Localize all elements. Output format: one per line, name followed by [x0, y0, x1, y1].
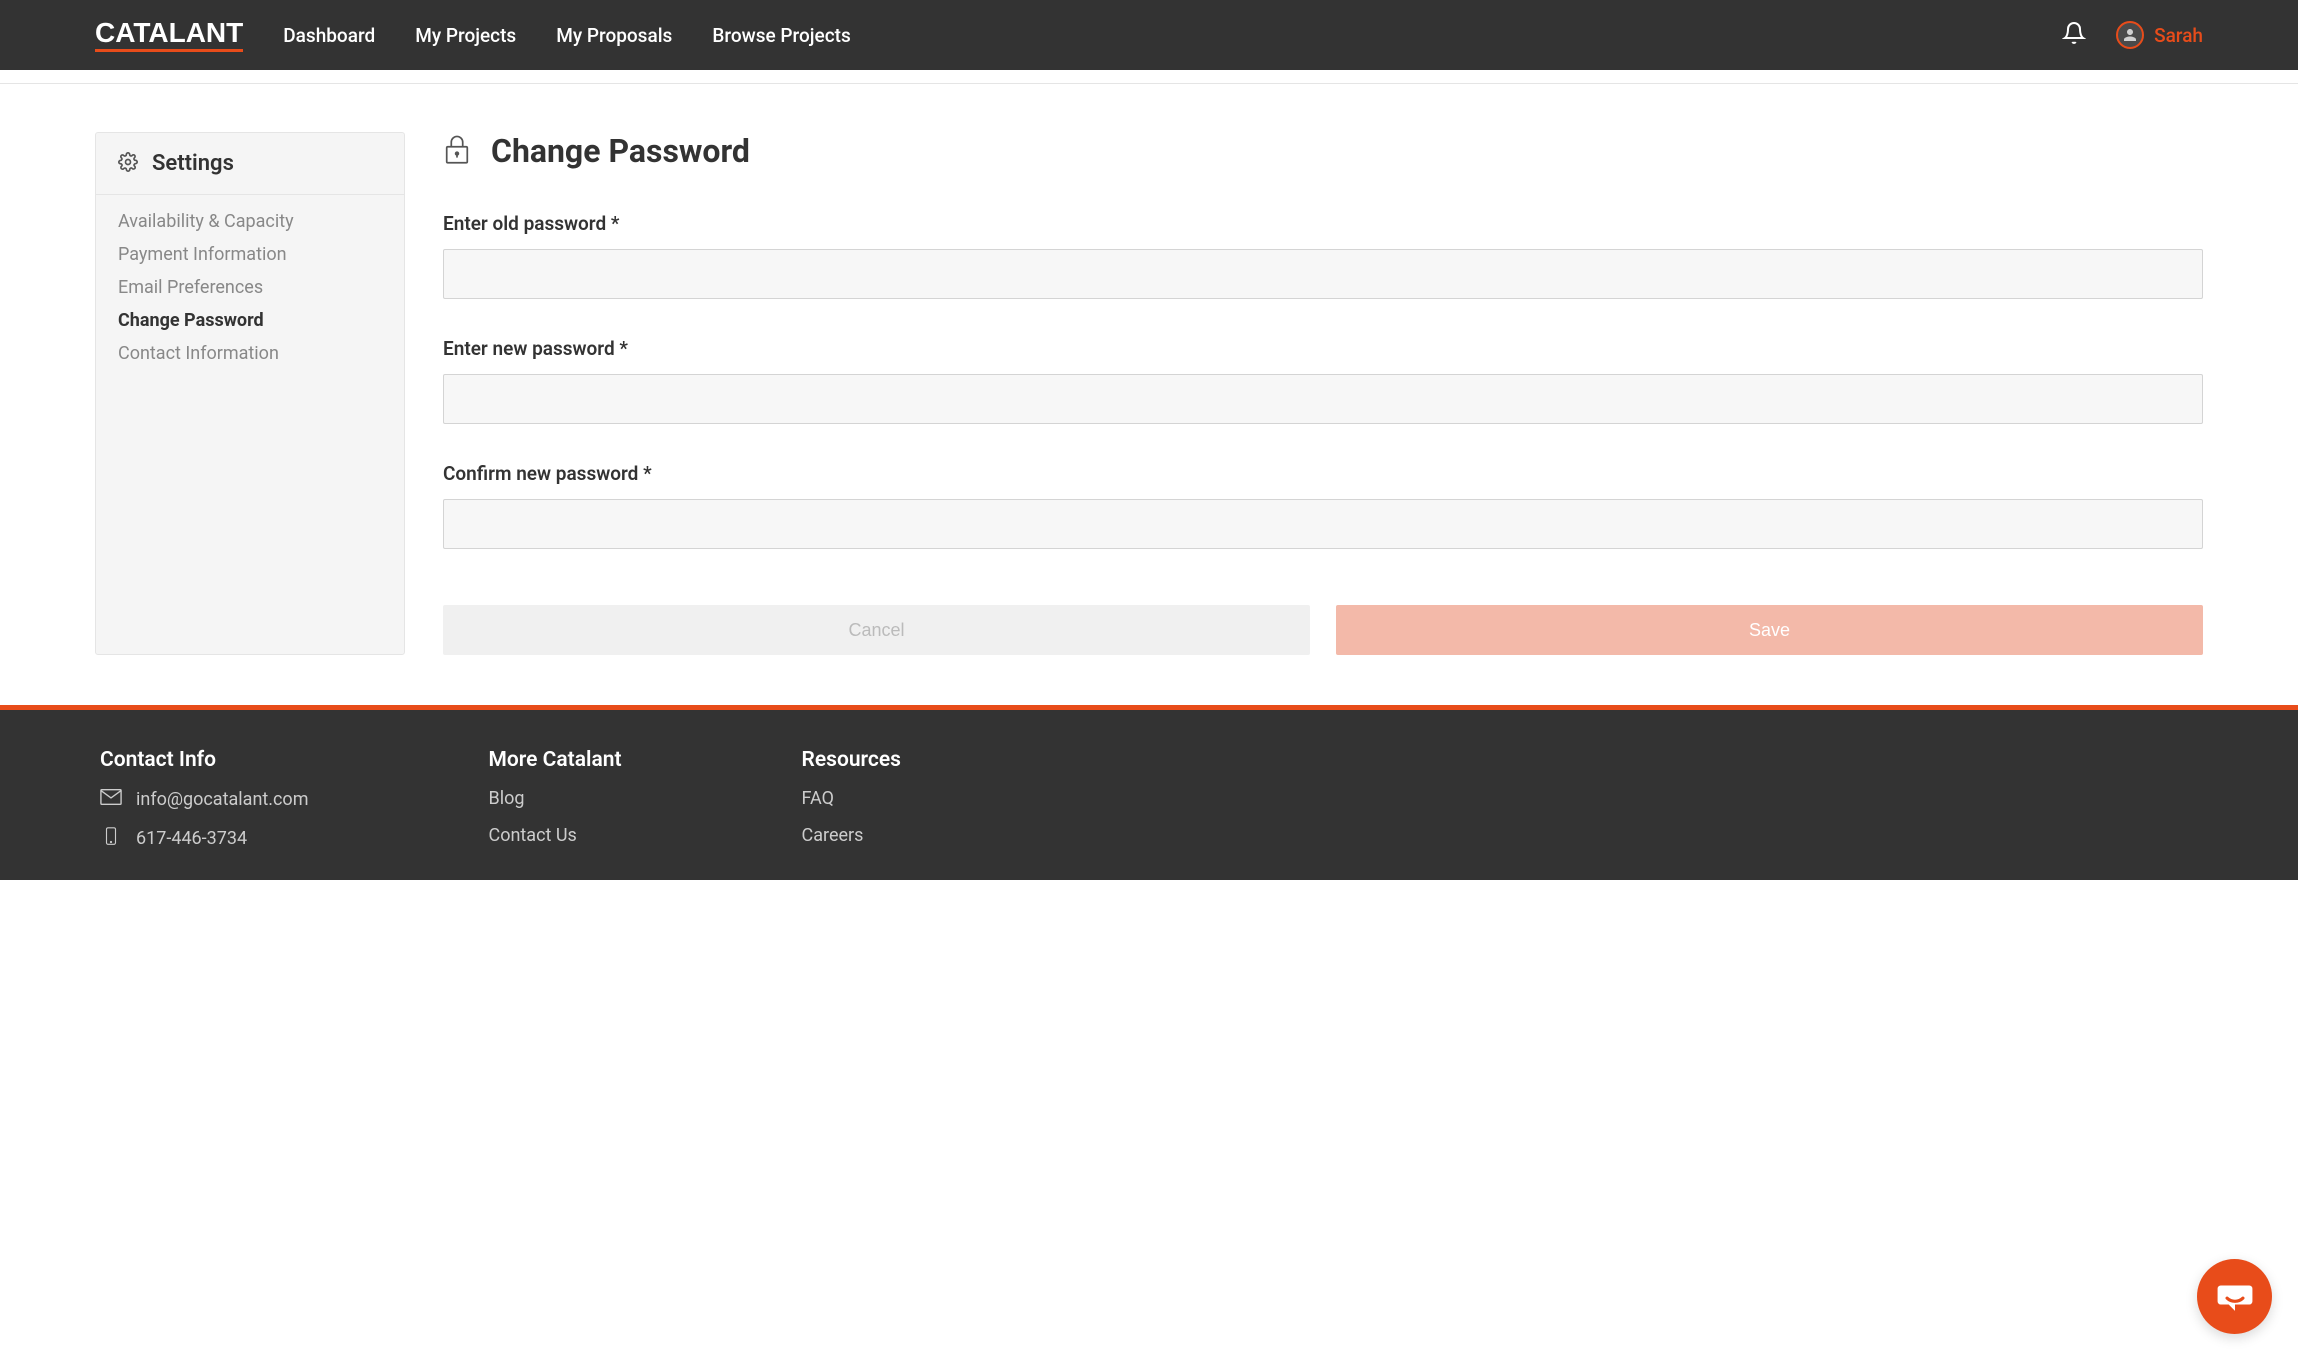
sidebar-item-email[interactable]: Email Preferences	[118, 277, 382, 298]
page-title: Change Password	[491, 132, 750, 170]
header-right: Sarah	[2062, 20, 2203, 50]
old-password-group: Enter old password *	[443, 212, 2203, 299]
new-password-group: Enter new password *	[443, 337, 2203, 424]
new-password-label: Enter new password *	[443, 337, 2203, 360]
main-footer: Contact Info info@gocatalant.com 617-446…	[0, 710, 2298, 880]
phone-icon	[100, 827, 122, 850]
settings-sidebar: Settings Availability & Capacity Payment…	[95, 132, 405, 655]
footer-link-faq[interactable]: FAQ	[802, 788, 901, 809]
old-password-label: Enter old password *	[443, 212, 2203, 235]
nav-my-projects[interactable]: My Projects	[415, 24, 516, 47]
logo[interactable]: CATALANT	[95, 19, 243, 52]
footer-resources-col: Resources FAQ Careers	[802, 748, 901, 850]
main-header: CATALANT Dashboard My Projects My Propos…	[0, 0, 2298, 70]
sidebar-item-password[interactable]: Change Password	[118, 310, 382, 331]
sidebar-header: Settings	[96, 133, 404, 195]
footer-contact-col: Contact Info info@gocatalant.com 617-446…	[100, 748, 309, 850]
confirm-password-group: Confirm new password *	[443, 462, 2203, 549]
nav-my-proposals[interactable]: My Proposals	[556, 24, 672, 47]
page-title-row: Change Password	[443, 132, 2203, 170]
save-button[interactable]: Save	[1336, 605, 2203, 655]
sidebar-item-availability[interactable]: Availability & Capacity	[118, 211, 382, 232]
sidebar-item-payment[interactable]: Payment Information	[118, 244, 382, 265]
footer-link-careers[interactable]: Careers	[802, 825, 901, 846]
gear-icon	[118, 152, 138, 176]
footer-phone[interactable]: 617-446-3734	[100, 827, 309, 850]
user-name-label: Sarah	[2154, 24, 2203, 47]
confirm-password-label: Confirm new password *	[443, 462, 2203, 485]
footer-more-col: More Catalant Blog Contact Us	[489, 748, 622, 850]
user-menu[interactable]: Sarah	[2116, 21, 2203, 49]
sidebar-items: Availability & Capacity Payment Informat…	[96, 195, 404, 380]
chat-widget[interactable]	[2197, 1259, 2272, 1334]
nav-browse-projects[interactable]: Browse Projects	[712, 24, 850, 47]
footer-email-text: info@gocatalant.com	[136, 789, 309, 810]
lock-icon	[443, 133, 471, 169]
footer-link-contact-us[interactable]: Contact Us	[489, 825, 622, 846]
footer-link-blog[interactable]: Blog	[489, 788, 622, 809]
footer-phone-text: 617-446-3734	[136, 828, 247, 849]
button-row: Cancel Save	[443, 605, 2203, 655]
envelope-icon	[100, 788, 122, 811]
chat-icon	[2216, 1276, 2254, 1318]
footer-more-title: More Catalant	[489, 748, 622, 772]
avatar-icon	[2116, 21, 2144, 49]
footer-resources-title: Resources	[802, 748, 901, 772]
header-left: CATALANT Dashboard My Projects My Propos…	[95, 19, 851, 52]
cancel-button[interactable]: Cancel	[443, 605, 1310, 655]
sidebar-item-contact[interactable]: Contact Information	[118, 343, 382, 364]
footer-email[interactable]: info@gocatalant.com	[100, 788, 309, 811]
main-content: Settings Availability & Capacity Payment…	[0, 84, 2298, 705]
sidebar-title: Settings	[152, 151, 234, 176]
form-panel: Change Password Enter old password * Ent…	[443, 132, 2203, 655]
main-nav: Dashboard My Projects My Proposals Brows…	[283, 24, 850, 47]
notifications-icon[interactable]	[2062, 20, 2086, 50]
nav-dashboard[interactable]: Dashboard	[283, 24, 375, 47]
subheader-bar	[0, 70, 2298, 84]
confirm-password-input[interactable]	[443, 499, 2203, 549]
footer-contact-title: Contact Info	[100, 748, 309, 772]
old-password-input[interactable]	[443, 249, 2203, 299]
new-password-input[interactable]	[443, 374, 2203, 424]
